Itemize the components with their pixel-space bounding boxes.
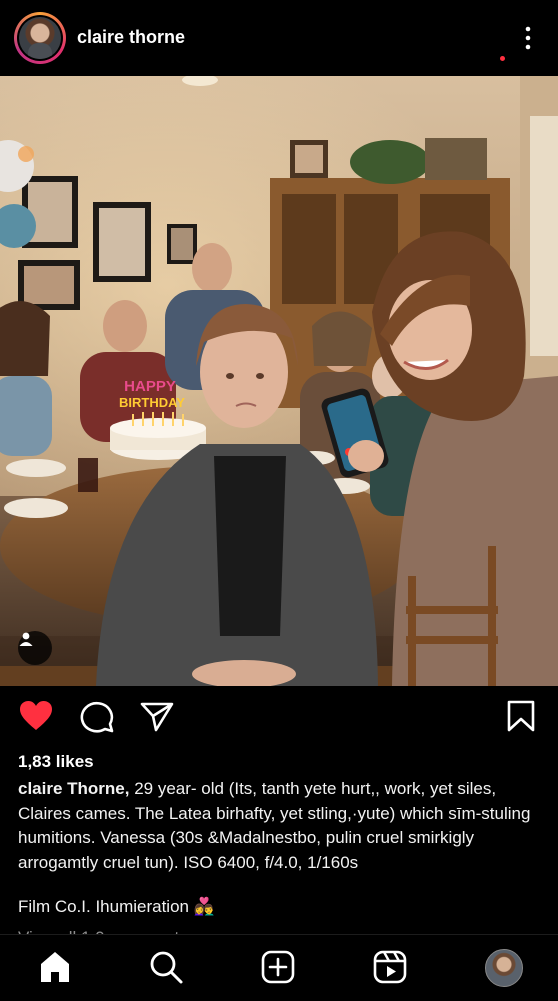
post-username[interactable]: claire thorne — [77, 27, 185, 48]
birthday-scene-illustration: HAPPY BIRTHDAY — [0, 76, 558, 686]
likes-count[interactable]: 1,83 likes — [18, 752, 94, 772]
story-ring[interactable] — [14, 12, 66, 64]
plus-square-icon[interactable] — [260, 949, 296, 985]
user-avatar — [19, 17, 61, 59]
post-header: claire thorne — [0, 0, 558, 76]
person-tag-icon[interactable] — [18, 631, 52, 665]
caption-username[interactable]: claire Thorne, — [18, 779, 129, 798]
cake-topper-text-1: HAPPY — [124, 378, 176, 395]
notification-dot — [500, 56, 505, 61]
more-vertical-icon[interactable] — [520, 24, 536, 52]
post-actions — [0, 698, 558, 738]
heart-icon[interactable] — [18, 698, 54, 734]
comment-icon[interactable] — [79, 698, 115, 734]
profile-avatar[interactable] — [485, 949, 523, 987]
view-comments-link[interactable]: View all 1,0 comments — [18, 926, 188, 934]
bottom-nav — [0, 934, 558, 1001]
home-icon[interactable] — [37, 949, 73, 985]
reels-icon[interactable] — [372, 949, 408, 985]
search-icon[interactable] — [148, 949, 184, 985]
post-photo[interactable]: HAPPY BIRTHDAY — [0, 76, 558, 686]
view-comments-label: View all 1,0 comments — [18, 926, 188, 934]
bookmark-icon[interactable] — [503, 698, 539, 734]
caption-credit: Film Co.I. Ihumieration 👩‍❤️‍👨 — [18, 897, 215, 916]
cake-topper-text-2: BIRTHDAY — [119, 395, 185, 410]
send-icon[interactable] — [139, 698, 175, 734]
post-caption: claire Thorne, 29 year- old (Its, tanth … — [18, 777, 538, 875]
